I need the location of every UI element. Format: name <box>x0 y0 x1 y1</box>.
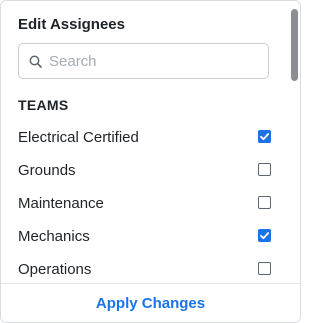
apply-changes-button[interactable]: Apply Changes <box>1 284 300 322</box>
edit-assignees-panel: Edit Assignees TEAMS Electrical Certifie… <box>0 0 301 323</box>
team-checkbox[interactable] <box>258 229 271 242</box>
team-checkbox[interactable] <box>258 130 271 143</box>
team-label: Grounds <box>18 162 76 179</box>
team-checkbox[interactable] <box>258 196 271 209</box>
teams-section-heading: TEAMS <box>18 97 69 113</box>
team-label: Electrical Certified <box>18 129 139 146</box>
team-checkbox[interactable] <box>258 163 271 176</box>
check-icon <box>260 133 270 141</box>
search-input[interactable] <box>49 50 259 72</box>
team-row-operations[interactable]: Operations <box>1 253 286 286</box>
scrollbar-thumb[interactable] <box>291 9 298 81</box>
panel-footer: Apply Changes <box>1 283 300 322</box>
team-row-electrical-certified[interactable]: Electrical Certified <box>1 121 286 154</box>
check-icon <box>260 232 270 240</box>
team-row-mechanics[interactable]: Mechanics <box>1 220 286 253</box>
team-label: Operations <box>18 261 92 278</box>
teams-list: Electrical Certified Grounds Maintenance… <box>1 121 286 286</box>
panel-title: Edit Assignees <box>18 16 125 33</box>
team-checkbox[interactable] <box>258 262 271 275</box>
search-icon <box>29 55 42 68</box>
search-box[interactable] <box>18 43 269 79</box>
team-label: Maintenance <box>18 195 104 212</box>
team-row-grounds[interactable]: Grounds <box>1 154 286 187</box>
team-row-maintenance[interactable]: Maintenance <box>1 187 286 220</box>
team-label: Mechanics <box>18 228 90 245</box>
